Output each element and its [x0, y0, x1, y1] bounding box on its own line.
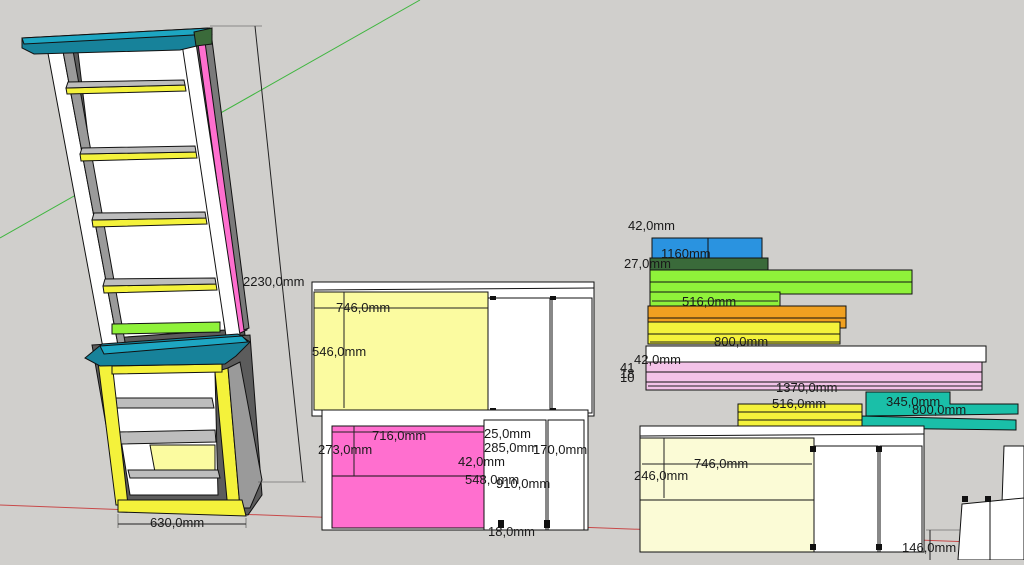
label-stack-overlap: 27,0mm	[624, 256, 671, 271]
label-pink-height: 273,0mm	[318, 442, 372, 457]
label-stack-top: 42,0mm	[628, 218, 675, 233]
label-teal-len-2: 800,0mm	[912, 402, 966, 417]
label-small-c: 18,0mm	[488, 524, 535, 539]
label-left-c: 10	[620, 370, 634, 385]
label-tower-height: 2230,0mm	[243, 274, 304, 289]
model-canvas[interactable]: 2230,0mm 630,0mm 746,0mm 546,0mm 716,0mm…	[0, 0, 1024, 561]
label-bottom-len: 516,0mm	[772, 396, 826, 411]
label-small-a: 42,0mm	[458, 454, 505, 469]
label-lime-len: 516,0mm	[682, 294, 736, 309]
label-right-panel-width: 746,0mm	[694, 456, 748, 471]
panel-right-group[interactable]	[639, 425, 925, 553]
label-long-len: 1370,0mm	[776, 380, 837, 395]
label-cluster-4: 910,0mm	[496, 476, 550, 491]
bookcase-tower[interactable]	[21, 27, 263, 517]
label-orange-len: 800,0mm	[714, 334, 768, 349]
label-stack-left: 42,0mm	[634, 352, 681, 367]
model-viewport[interactable]: 2230,0mm 630,0mm 746,0mm 546,0mm 716,0mm…	[0, 0, 1024, 561]
label-corner-dim: 146,0mm	[902, 540, 956, 555]
label-tower-width: 630,0mm	[150, 515, 204, 530]
label-right-panel-height: 246,0mm	[634, 468, 688, 483]
label-pink-width: 716,0mm	[372, 428, 426, 443]
label-cluster-2: 285,0mm	[484, 440, 538, 455]
label-cluster-3: 170,0mm	[533, 442, 587, 457]
label-panel-top-height: 546,0mm	[312, 344, 366, 359]
label-cluster-1: 25,0mm	[484, 426, 531, 441]
bookcase-width-dimension: 630,0mm	[117, 514, 247, 530]
panel-bottom-group[interactable]	[321, 409, 589, 531]
